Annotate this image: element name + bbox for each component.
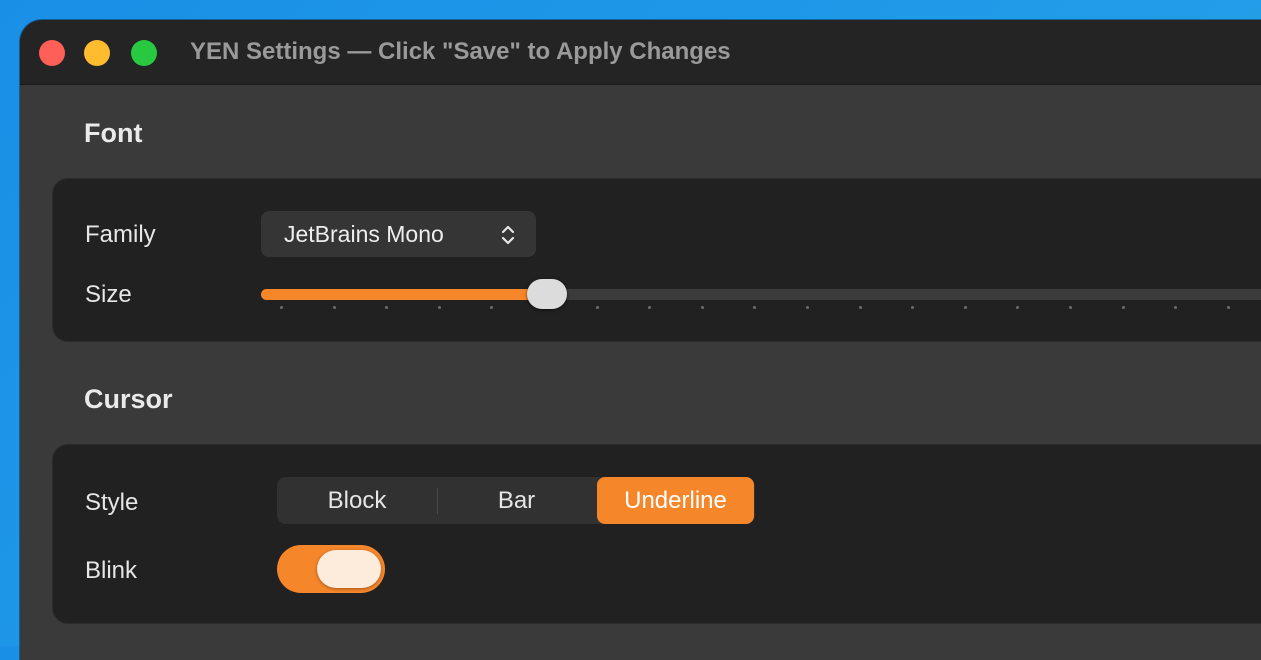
slider-fill (261, 289, 548, 300)
size-label: Size (85, 281, 132, 308)
slider-tick (806, 306, 809, 309)
cursor-section-title: Cursor (84, 384, 173, 414)
up-down-chevron-icon (501, 225, 515, 245)
slider-tick (648, 306, 652, 309)
slider-tick (1226, 306, 1230, 309)
title-bar: YEN Settings — Click "Save" to Apply Cha… (20, 20, 1261, 85)
window-title: YEN Settings — Click "Save" to Apply Cha… (190, 38, 731, 65)
cursor-style-block[interactable]: Block (277, 477, 437, 524)
slider-knob[interactable] (527, 279, 568, 309)
cursor-style-bar[interactable]: Bar (437, 477, 596, 524)
blink-toggle[interactable] (277, 545, 385, 593)
slider-tick (911, 306, 915, 309)
font-panel: Family JetBrains Mono Size (52, 178, 1261, 342)
slider-tick (280, 306, 283, 309)
close-window-button[interactable] (39, 40, 65, 66)
slider-tick (963, 306, 967, 309)
style-label: Style (85, 489, 139, 516)
blink-label: Blink (85, 557, 138, 584)
font-family-popup[interactable]: JetBrains Mono (261, 211, 536, 257)
slider-tick (490, 306, 494, 309)
toggle-knob (317, 550, 381, 588)
slider-tick (858, 306, 862, 309)
cursor-style-segmented-control: Block Bar Underline (277, 477, 755, 524)
slider-tick (437, 306, 441, 309)
slider-tick (332, 306, 336, 309)
font-size-slider[interactable] (261, 279, 1261, 319)
slider-tick (1069, 306, 1072, 309)
slider-tick (1121, 306, 1125, 309)
slider-tick (700, 306, 704, 309)
settings-window: YEN Settings — Click "Save" to Apply Cha… (20, 20, 1261, 660)
slider-tick (1016, 306, 1020, 309)
slider-tick (753, 306, 757, 309)
slider-tick (595, 306, 599, 309)
maximize-window-button[interactable] (131, 40, 157, 66)
minimize-window-button[interactable] (84, 40, 110, 66)
font-section-title: Font (84, 118, 143, 148)
slider-tick (385, 306, 389, 309)
font-family-value: JetBrains Mono (284, 221, 444, 247)
slider-tick (1174, 306, 1178, 309)
family-label: Family (85, 221, 156, 248)
cursor-style-underline[interactable]: Underline (597, 477, 754, 524)
cursor-panel: Style Block Bar Underline Blink (52, 444, 1261, 624)
